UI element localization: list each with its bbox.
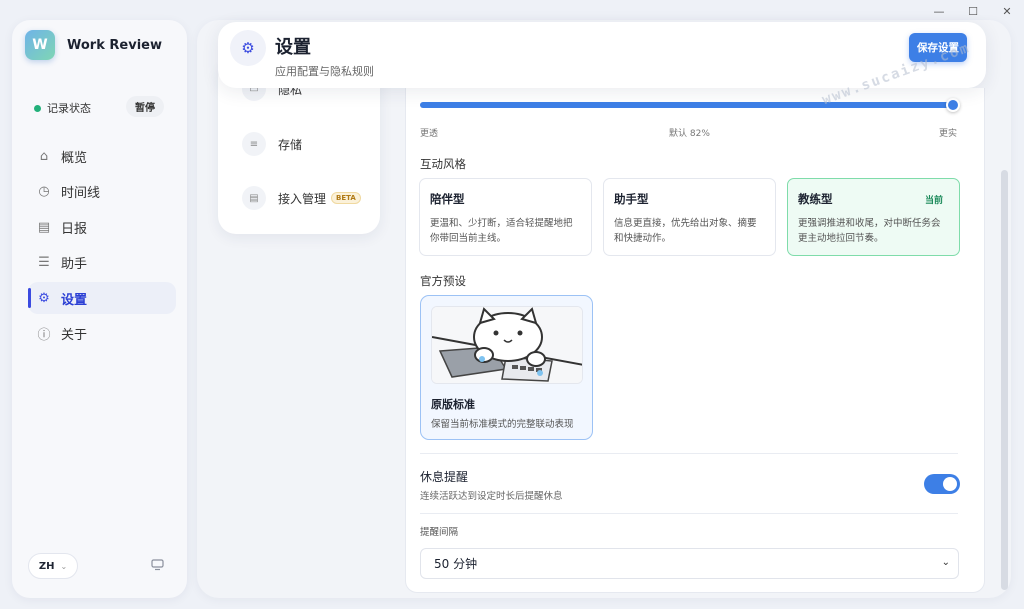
report-icon: ▤ (37, 219, 51, 235)
assistant-icon: ☰ (38, 255, 50, 270)
style-option-coach[interactable]: 教练型 当前 更强调推进和收尾，对中断任务会更主动地拉回节奏。 (787, 178, 960, 256)
page-subtitle: 应用配置与隐私规则 (275, 65, 374, 78)
sidebar-item-label: 概览 (61, 150, 88, 166)
divider (420, 453, 958, 454)
sub-menu-label: 存储 (278, 137, 303, 152)
maximize-button[interactable]: ☐ (956, 0, 990, 22)
minimize-button[interactable]: — (922, 0, 956, 22)
database-icon: ≡ (242, 132, 266, 156)
style-option-name: 陪伴型 (430, 192, 465, 206)
scrollbar[interactable] (1001, 170, 1008, 590)
rest-reminder-title: 休息提醒 (420, 470, 469, 484)
style-option-desc: 信息更直接，优先给出对象、摘要和快捷动作。 (614, 218, 757, 244)
gear-icon: ⚙ (38, 290, 50, 306)
rest-reminder-desc: 连续活跃达到设定时长后提醒休息 (420, 491, 563, 502)
presets-title: 官方预设 (420, 274, 466, 288)
sidebar-item-label: 设置 (61, 292, 88, 308)
style-option-desc: 更温和、少打断，适合轻提醒地把你带回当前主线。 (430, 218, 573, 244)
sidebar-nav: ⌂ 概览 ◷ 时间线 ▤ 日报 ☰ 助手 ⚙ 设置 ⓘ 关于 (28, 140, 176, 353)
sub-menu-label: 接入管理 (278, 191, 327, 206)
sidebar-item-label: 时间线 (61, 186, 101, 201)
style-option-assistant[interactable]: 助手型 信息更直接，优先给出对象、摘要和快捷动作。 (603, 178, 776, 256)
clock-icon: ◷ (38, 184, 50, 199)
window-controls: — ☐ ✕ (922, 0, 1024, 22)
sidebar-item-timeline[interactable]: ◷ 时间线 (28, 176, 176, 208)
interval-value: 50 分钟 (434, 557, 478, 571)
sidebar-item-label: 关于 (61, 328, 88, 343)
chevron-down-icon: ⌄ (941, 557, 950, 568)
home-icon: ⌂ (39, 148, 49, 164)
sidebar-item-overview[interactable]: ⌂ 概览 (28, 140, 176, 172)
sidebar-item-label: 日报 (61, 221, 88, 237)
sub-menu-item-storage[interactable]: ≡ 存储 (242, 132, 302, 156)
slider-right-label: 更实 (939, 129, 958, 139)
chevron-down-icon: ⌄ (60, 561, 68, 571)
sidebar-item-about[interactable]: ⓘ 关于 (28, 318, 176, 350)
info-icon: ⓘ (37, 328, 51, 343)
rest-reminder-toggle[interactable] (924, 474, 960, 494)
preset-card-standard[interactable]: 原版标准 保留当前标准模式的完整联动表现 (420, 295, 593, 440)
style-option-name: 助手型 (614, 192, 649, 206)
language-value: ZH (38, 560, 55, 572)
interval-label: 提醒间隔 (420, 527, 459, 538)
interval-select[interactable]: 50 分钟 ⌄ (420, 548, 959, 579)
slider-handle[interactable] (946, 98, 960, 112)
app-name: Work Review (67, 38, 162, 53)
slider-fill (420, 102, 953, 108)
integration-icon: ▤ (242, 186, 266, 210)
interaction-style-title: 互动风格 (420, 157, 466, 171)
recording-status: 记录状态 (34, 100, 91, 116)
sidebar-item-daily-report[interactable]: ▤ 日报 (28, 211, 176, 243)
cat-mascot-image (431, 306, 583, 384)
style-option-desc: 更强调推进和收尾，对中断任务会更主动地拉回节奏。 (798, 218, 941, 244)
beta-badge: BETA (331, 192, 361, 204)
style-option-companion[interactable]: 陪伴型 更温和、少打断，适合轻提醒地把你带回当前主线。 (419, 178, 592, 256)
sidebar: W Work Review 记录状态 暂停 ⌂ 概览 ◷ 时间线 ▤ 日报 ☰ … (12, 20, 187, 598)
sub-menu-item-integrations[interactable]: ▤ 接入管理 BETA (242, 186, 361, 210)
close-button[interactable]: ✕ (990, 0, 1024, 22)
toggle-knob (943, 477, 957, 491)
app-logo-icon: W (25, 30, 55, 60)
divider (420, 513, 958, 514)
sidebar-item-label: 助手 (61, 257, 88, 272)
slider-middle-label: 默认 82% (669, 129, 710, 139)
pause-button[interactable]: 暂停 (126, 96, 164, 117)
status-dot-icon (34, 104, 41, 112)
preset-name: 原版标准 (431, 398, 475, 411)
preset-desc: 保留当前标准模式的完整联动表现 (431, 419, 574, 430)
language-selector[interactable]: ZH ⌄ (28, 553, 78, 579)
page-title: 设置 (275, 37, 311, 58)
current-badge: 当前 (924, 196, 943, 206)
recording-status-label: 记录状态 (47, 102, 91, 115)
sidebar-item-settings[interactable]: ⚙ 设置 (28, 282, 176, 314)
opacity-slider[interactable] (420, 102, 953, 108)
slider-left-label: 更透 (420, 129, 439, 139)
sidebar-item-assistant[interactable]: ☰ 助手 (28, 247, 176, 279)
monitor-icon[interactable] (151, 559, 164, 574)
gear-icon: ⚙ (230, 30, 266, 66)
